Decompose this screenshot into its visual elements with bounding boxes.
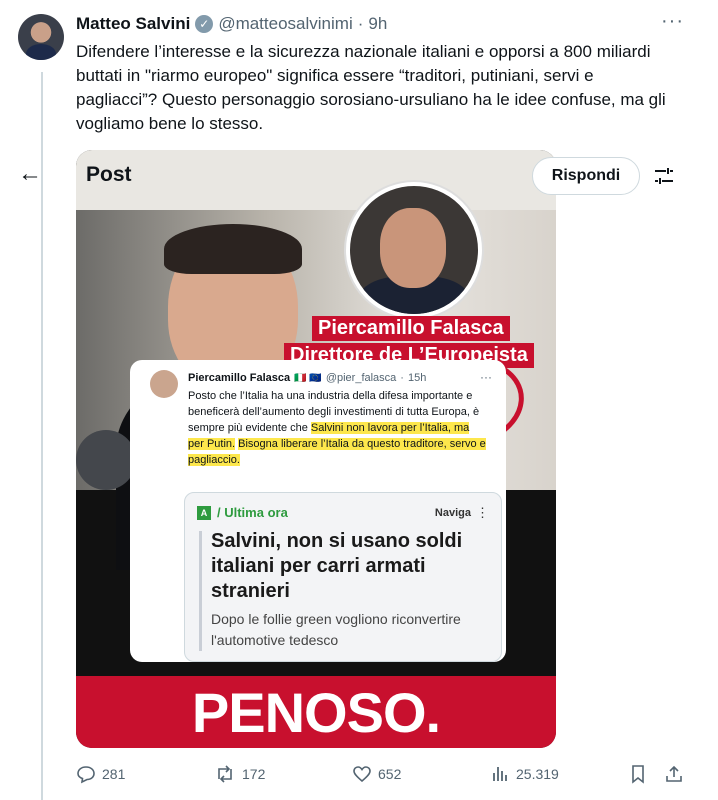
repost-action[interactable]: 172	[214, 764, 265, 784]
news-nav: Naviga	[434, 507, 471, 519]
flags: 🇮🇹 🇪🇺	[294, 372, 322, 384]
post-title: Post	[86, 163, 132, 186]
tweet-header: Matteo Salvini ✓ @matteosalvinimi · 9h	[76, 14, 387, 34]
verified-badge-icon[interactable]: ✓	[195, 15, 214, 33]
views-icon	[493, 767, 507, 781]
avatar[interactable]	[18, 14, 64, 60]
news-logo-icon: A	[197, 505, 211, 520]
caption-name: Piercamillo Falasca	[312, 316, 510, 341]
arrow-left-icon[interactable]: ←	[18, 160, 42, 188]
reply-action[interactable]: 281	[76, 764, 125, 784]
repost-icon	[218, 765, 232, 783]
news-subhead: Dopo le follie green vogliono riconverti…	[211, 611, 461, 648]
reply-button[interactable]: Rispondi	[532, 157, 640, 195]
repost-count: 172	[242, 766, 266, 782]
tweet-time[interactable]: 9h	[368, 14, 387, 34]
like-count: 652	[378, 766, 402, 782]
inner-tweet-text: Posto che l’Italia ha una industria dell…	[188, 390, 486, 466]
tweet-media-image[interactable]: Piercamillo Falasca Direttore de L’Europ…	[76, 150, 556, 748]
news-card: A / Ultima ora Naviga ⋮ Salvini, non si …	[184, 492, 502, 662]
views-action[interactable]: 25.319	[490, 764, 559, 784]
inner-handle: @pier_falasca	[325, 372, 397, 384]
news-quote-bar	[199, 531, 202, 651]
author-name[interactable]: Matteo Salvini	[76, 14, 190, 34]
share-icon	[666, 765, 682, 782]
banner-text: PENOSO.	[191, 680, 441, 744]
tweet-actions: 281 172 652 25.319	[76, 764, 686, 788]
inner-tweet-header: Piercamillo Falasca 🇮🇹 🇪🇺 @pier_falasca …	[188, 372, 427, 384]
reply-icon	[77, 766, 95, 784]
inset-portrait	[346, 182, 482, 318]
tweet-text: Difendere l’interesse e la sicurezza naz…	[76, 42, 666, 133]
inner-avatar	[150, 370, 178, 398]
separator: ·	[357, 14, 364, 33]
bookmark-icon	[632, 765, 644, 784]
microphone	[76, 430, 136, 490]
inner-author-name: Piercamillo Falasca	[188, 372, 291, 384]
heart-icon	[353, 766, 371, 783]
news-more-icon: ⋮	[476, 505, 489, 520]
more-options-icon[interactable]: ···	[661, 10, 684, 33]
author-handle[interactable]: @matteosalvinimi	[218, 14, 352, 34]
news-tag: / Ultima ora	[217, 505, 288, 520]
news-headline: Salvini, non si usano soldi italiani per…	[211, 530, 463, 602]
speaker-hair	[164, 224, 302, 274]
share-action[interactable]	[664, 764, 684, 784]
embedded-tweet: Piercamillo Falasca 🇮🇹 🇪🇺 @pier_falasca …	[130, 360, 506, 662]
like-action[interactable]: 652	[352, 764, 401, 784]
reply-count: 281	[102, 766, 126, 782]
inner-more-icon: ···	[480, 370, 492, 384]
post-header: Post	[76, 155, 556, 199]
bookmark-action[interactable]	[628, 764, 648, 784]
views-count: 25.319	[516, 766, 559, 782]
inner-time: 15h	[407, 372, 427, 384]
sliders-icon[interactable]	[652, 164, 676, 188]
